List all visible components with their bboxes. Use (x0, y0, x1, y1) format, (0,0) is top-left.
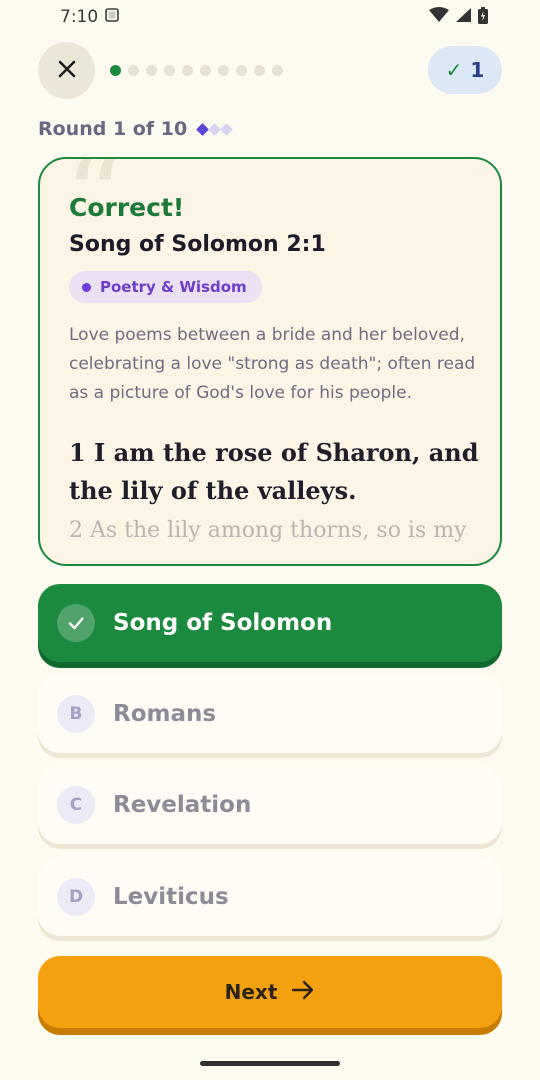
arrow-right-icon (291, 980, 315, 1005)
verse-reference: Song of Solomon 2:1 (69, 232, 326, 257)
answer-option-a[interactable]: Song of Solomon (38, 584, 502, 662)
score-value: 1 (470, 58, 485, 82)
progress-dot (128, 64, 139, 76)
round-indicator: Round 1 of 10 (38, 116, 234, 142)
answer-label: Romans (113, 701, 217, 727)
round-diamonds (196, 122, 234, 136)
close-button[interactable] (38, 42, 95, 99)
answer-badge: D (57, 878, 95, 916)
screenshot-icon (104, 7, 120, 27)
category-chip: Poetry & Wisdom (69, 271, 262, 303)
answer-label: Revelation (113, 792, 252, 818)
category-dot-icon (82, 282, 91, 292)
book-description: Love poems between a bride and her belov… (69, 325, 476, 403)
card-content: Correct! Song of Solomon 2:1 Poetry & Wi… (69, 193, 479, 543)
progress-dot (218, 64, 229, 76)
answer-label: Song of Solomon (113, 610, 333, 636)
status-left: 7:10 (60, 7, 120, 27)
answer-option-c[interactable]: C Revelation (38, 766, 502, 844)
close-icon (57, 59, 77, 83)
wifi-icon (429, 7, 449, 27)
category-label: Poetry & Wisdom (100, 278, 247, 296)
progress-dot (236, 64, 247, 76)
progress-dot (164, 64, 175, 76)
result-label: Correct! (69, 193, 185, 222)
progress-dots (110, 64, 283, 76)
status-right (429, 6, 488, 28)
battery-icon (478, 6, 488, 28)
progress-dot (110, 64, 121, 76)
answer-option-b[interactable]: B Romans (38, 675, 502, 753)
answer-option-d[interactable]: D Leviticus (38, 858, 502, 936)
verse-card: “ Correct! Song of Solomon 2:1 Poetry & … (38, 157, 502, 566)
next-label: Next (224, 980, 278, 1004)
score-pill: ✓ 1 (428, 46, 502, 94)
round-label: Round 1 of 10 (38, 118, 188, 140)
answer-label: Leviticus (113, 884, 229, 910)
check-icon: ✓ (445, 58, 463, 82)
round-diamond-icon (220, 122, 234, 136)
verse-text: 1 I am the rose of Sharon, and the lily … (69, 438, 479, 505)
signal-icon (455, 7, 472, 27)
verse-next-text: 2 As the lily among thorns, so is my (69, 518, 467, 543)
progress-dot (146, 64, 157, 76)
status-time: 7:10 (60, 7, 99, 27)
status-bar: 7:10 (0, 0, 540, 34)
correct-check-icon (57, 604, 95, 642)
progress-dot (182, 64, 193, 76)
answer-badge: B (57, 695, 95, 733)
answer-badge: C (57, 786, 95, 824)
progress-dot (200, 64, 211, 76)
home-indicator[interactable] (200, 1061, 340, 1066)
next-button[interactable]: Next (38, 956, 502, 1028)
progress-dot (254, 64, 265, 76)
progress-dot (272, 64, 283, 76)
